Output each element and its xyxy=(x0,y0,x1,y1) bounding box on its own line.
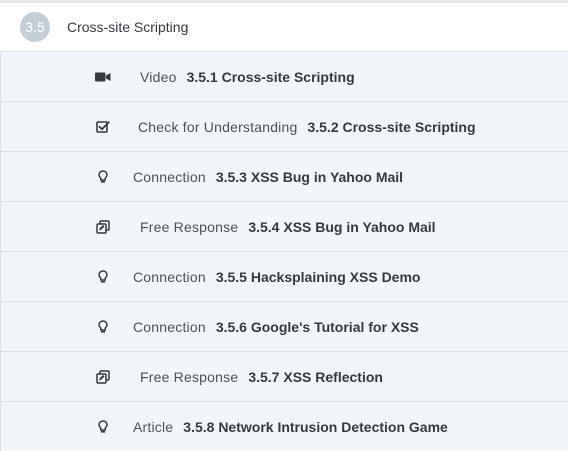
activity-title: 3.5.3 XSS Bug in Yahoo Mail xyxy=(215,168,404,185)
lightbulb-icon xyxy=(95,269,111,285)
activity-type: Connection xyxy=(133,168,206,185)
lightbulb-icon xyxy=(95,169,111,185)
activity-type: Connection xyxy=(133,268,206,285)
activity-title: 3.5.1 Cross-site Scripting xyxy=(186,68,355,85)
activity-type: Free Response xyxy=(140,368,239,385)
lightbulb-icon xyxy=(95,419,111,435)
activity-item-free-response[interactable]: Free Response 3.5.4 XSS Bug in Yahoo Mail xyxy=(0,202,568,252)
activity-title: 3.5.2 Cross-site Scripting xyxy=(307,118,476,135)
section-title: Cross-site Scripting xyxy=(67,19,189,35)
activity-type: Article xyxy=(133,418,174,435)
video-camera-icon xyxy=(95,69,111,85)
free-response-icon xyxy=(95,219,111,235)
activity-type: Video xyxy=(140,68,177,85)
activity-title: 3.5.5 Hacksplaining XSS Demo xyxy=(215,268,421,285)
activity-title: 3.5.7 XSS Reflection xyxy=(248,368,383,385)
activity-item-free-response[interactable]: Free Response 3.5.7 XSS Reflection xyxy=(0,352,568,402)
activity-type: Free Response xyxy=(140,218,239,235)
activity-item-check-for-understanding[interactable]: Check for Understanding 3.5.2 Cross-site … xyxy=(0,102,568,152)
activity-item-connection[interactable]: Connection 3.5.6 Google's Tutorial for XS… xyxy=(0,302,568,352)
section-number-badge: 3.5 xyxy=(20,12,50,42)
activity-title: 3.5.6 Google's Tutorial for XSS xyxy=(215,318,419,335)
activity-type: Connection xyxy=(133,318,206,335)
activity-title: 3.5.8 Network Intrusion Detection Game xyxy=(183,418,448,435)
activity-item-article[interactable]: Article 3.5.8 Network Intrusion Detection… xyxy=(0,402,568,451)
section-header[interactable]: 3.5 Cross-site Scripting xyxy=(0,3,568,52)
lightbulb-icon xyxy=(95,319,111,335)
free-response-icon xyxy=(95,369,111,385)
activity-item-connection[interactable]: Connection 3.5.3 XSS Bug in Yahoo Mail xyxy=(0,152,568,202)
checkbox-icon xyxy=(95,119,111,135)
activity-item-video[interactable]: Video 3.5.1 Cross-site Scripting xyxy=(0,52,568,102)
lesson-section: 3.5 Cross-site Scripting Video 3.5.1 Cros… xyxy=(0,0,568,451)
activity-item-connection[interactable]: Connection 3.5.5 Hacksplaining XSS Demo xyxy=(0,252,568,302)
activity-title: 3.5.4 XSS Bug in Yahoo Mail xyxy=(248,218,436,235)
activity-type: Check for Understanding xyxy=(138,118,298,135)
